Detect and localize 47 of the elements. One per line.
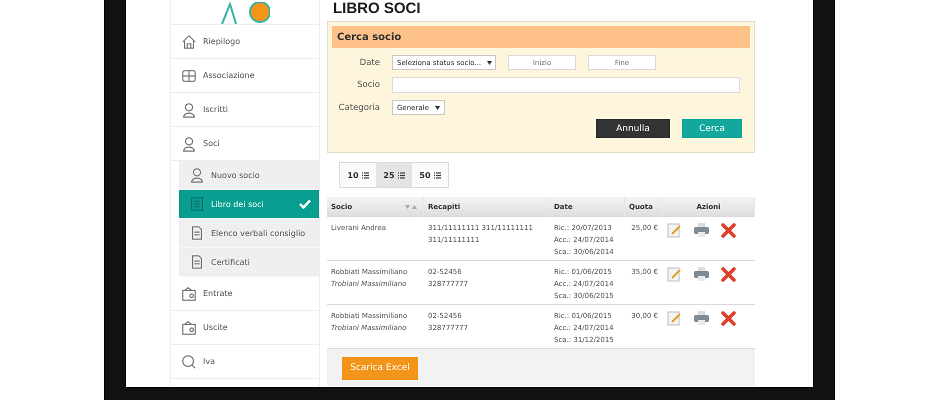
edit-icon[interactable] [667, 267, 682, 282]
wallet-icon [181, 286, 197, 302]
caret-icon [434, 106, 440, 110]
document-icon [189, 225, 205, 241]
print-icon[interactable] [694, 223, 709, 237]
delete-icon[interactable] [721, 311, 736, 326]
sidebar-item[interactable]: Riepilogo [171, 25, 319, 59]
home-icon [181, 34, 197, 50]
edit-icon[interactable] [667, 311, 682, 326]
list-icon [362, 172, 369, 178]
list-icon [398, 172, 405, 178]
print-icon[interactable] [694, 311, 709, 325]
caret-icon [487, 60, 492, 65]
sidebar-item[interactable]: Iva [171, 345, 319, 379]
person-icon [189, 167, 205, 183]
list-icon [434, 172, 441, 178]
sidebar-item[interactable]: Nuovo socio [179, 161, 319, 190]
book-icon [189, 196, 205, 212]
sidebar-item[interactable]: Elenco verbali consiglio [179, 219, 319, 248]
sidebar-item[interactable]: Certificati [179, 248, 319, 277]
field-label: Date [358, 58, 380, 68]
person-icon [181, 136, 197, 152]
delete-icon[interactable] [721, 223, 736, 238]
wallet-icon [181, 320, 197, 336]
sidebar-item[interactable]: Iscritti [171, 93, 319, 127]
page-size-button[interactable]: 10 [340, 163, 376, 187]
field-label: Socio [356, 80, 380, 90]
panel-header: Cerca socio [332, 26, 750, 48]
document-icon [189, 254, 205, 270]
page-size-button[interactable]: 25 [376, 163, 412, 187]
page-size-button[interactable]: 50 [412, 163, 448, 187]
cancel-button[interactable]: Annulla [596, 119, 670, 138]
building-icon [181, 68, 197, 84]
logo-drawing [220, 2, 270, 24]
sidebar-item[interactable]: Entrate [171, 277, 319, 311]
field-label: Categoria [338, 102, 380, 113]
page-title: LIBRO SOCI [332, 0, 422, 19]
edit-icon[interactable] [667, 223, 682, 238]
sort-icon[interactable] [405, 204, 417, 210]
delete-icon[interactable] [721, 267, 736, 282]
sidebar-item[interactable]: Uscite [171, 311, 319, 345]
person-icon [181, 102, 197, 118]
search-icon [181, 354, 197, 370]
print-icon[interactable] [694, 267, 709, 281]
checkmark-icon [299, 199, 311, 209]
socio-field[interactable] [392, 77, 740, 94]
sidebar-item[interactable]: Associazione [171, 59, 319, 93]
